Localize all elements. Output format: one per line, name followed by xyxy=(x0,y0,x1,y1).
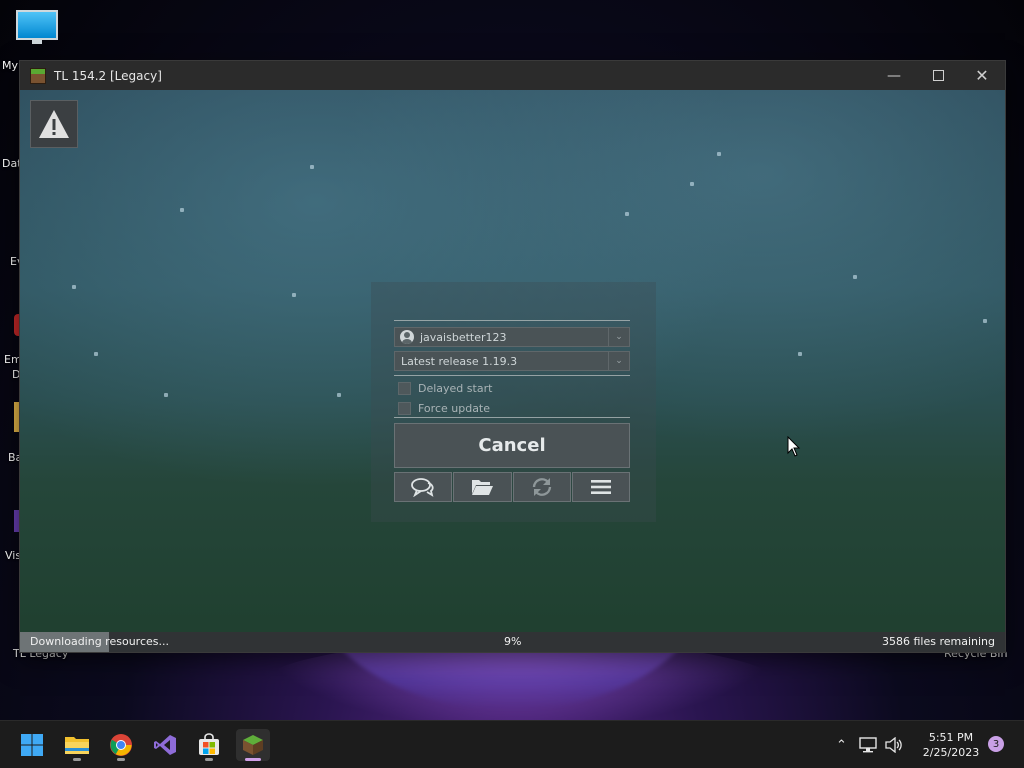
download-status-text: Downloading resources... xyxy=(30,635,169,648)
taskbar-microsoft-store[interactable] xyxy=(192,729,226,761)
grass-block-icon xyxy=(30,67,46,84)
mouse-cursor-icon xyxy=(787,436,801,457)
minimize-button[interactable]: — xyxy=(872,61,916,90)
background-star xyxy=(717,152,721,156)
minimize-icon: — xyxy=(887,67,901,84)
running-indicator xyxy=(205,758,213,761)
folder-icon xyxy=(472,480,494,495)
background-star xyxy=(798,352,802,356)
background-star xyxy=(983,319,987,323)
download-percent: 9% xyxy=(504,635,522,648)
refresh-button[interactable] xyxy=(512,472,571,502)
background-star xyxy=(180,208,184,212)
taskbar-clock[interactable]: 5:51 PM 2/25/2023 xyxy=(918,730,984,760)
open-folder-button[interactable] xyxy=(453,472,512,502)
taskbar-tl-legacy[interactable] xyxy=(236,729,270,761)
account-name: javaisbetter123 xyxy=(420,330,507,344)
monitor-icon xyxy=(16,10,58,40)
active-indicator xyxy=(245,758,261,761)
close-button[interactable]: ✕ xyxy=(960,61,1004,90)
refresh-icon xyxy=(532,478,551,496)
panel-divider xyxy=(394,375,630,376)
chat-icon xyxy=(411,478,434,497)
chevron-down-icon: ⌄ xyxy=(608,352,629,370)
taskbar-chrome[interactable] xyxy=(104,729,138,761)
taskbar: ⌃ 5:51 PM 2/25/2023 xyxy=(0,720,1024,768)
cancel-button[interactable]: Cancel xyxy=(394,423,630,468)
chevron-up-icon[interactable]: ⌃ xyxy=(836,738,847,753)
background-star xyxy=(337,393,341,397)
network-icon[interactable] xyxy=(859,737,877,753)
running-indicator xyxy=(117,758,125,761)
running-indicator xyxy=(73,758,81,761)
warning-icon xyxy=(39,110,69,138)
clock-date: 2/25/2023 xyxy=(922,746,980,759)
checkbox-box[interactable] xyxy=(398,402,411,415)
panel-divider xyxy=(394,417,630,418)
chrome-icon xyxy=(110,734,132,756)
warning-button[interactable] xyxy=(30,100,78,148)
background-star xyxy=(292,293,296,297)
taskbar-file-explorer[interactable] xyxy=(60,729,94,761)
delayed-start-checkbox[interactable]: Delayed start xyxy=(398,382,492,395)
menu-icon xyxy=(590,480,611,494)
background-star xyxy=(625,212,629,216)
desktop-wallpaper-glow-secondary xyxy=(260,640,780,730)
launcher-background: javaisbetter123 ⌄ Latest release 1.19.3 … xyxy=(20,90,1005,652)
background-star xyxy=(164,393,168,397)
start-button[interactable] xyxy=(15,729,49,761)
background-star xyxy=(690,182,694,186)
clock-time: 5:51 PM xyxy=(928,731,974,744)
delayed-start-label: Delayed start xyxy=(418,382,493,395)
notification-badge[interactable]: 3 xyxy=(988,736,1004,752)
tl-legacy-icon xyxy=(243,735,263,755)
window-title: TL 154.2 [Legacy] xyxy=(54,68,162,83)
background-star xyxy=(94,352,98,356)
account-select[interactable]: javaisbetter123 ⌄ xyxy=(394,327,630,347)
version-select[interactable]: Latest release 1.19.3 ⌄ xyxy=(394,351,630,371)
menu-button[interactable] xyxy=(571,472,630,502)
background-star xyxy=(310,165,314,169)
desktop-icon-my-computer[interactable] xyxy=(16,10,62,50)
panel-divider xyxy=(394,320,630,321)
user-icon xyxy=(400,330,414,344)
close-icon: ✕ xyxy=(975,66,989,85)
window-titlebar[interactable]: TL 154.2 [Legacy] — ✕ xyxy=(20,61,1005,90)
microsoft-store-icon xyxy=(199,733,219,755)
checkbox-box[interactable] xyxy=(398,382,411,395)
chevron-down-icon: ⌄ xyxy=(608,328,629,346)
system-tray: ⌃ xyxy=(836,721,903,768)
volume-icon[interactable] xyxy=(885,737,903,753)
force-update-label: Force update xyxy=(418,402,491,415)
background-star xyxy=(853,275,857,279)
maximize-button[interactable] xyxy=(916,61,960,90)
version-name: Latest release 1.19.3 xyxy=(401,354,518,368)
force-update-checkbox[interactable]: Force update xyxy=(398,402,490,415)
file-explorer-icon xyxy=(65,737,89,754)
taskbar-visual-studio[interactable] xyxy=(148,729,182,761)
background-star xyxy=(72,285,76,289)
visual-studio-icon xyxy=(154,735,176,755)
files-remaining: 3586 files remaining xyxy=(881,635,995,648)
launcher-toolbar xyxy=(394,472,630,502)
launch-panel: javaisbetter123 ⌄ Latest release 1.19.3 … xyxy=(371,282,656,522)
maximize-icon xyxy=(932,70,944,81)
download-status-bar: Downloading resources... 9% 3586 files r… xyxy=(20,632,1005,652)
chat-button[interactable] xyxy=(394,472,453,502)
launcher-window: TL 154.2 [Legacy] — ✕ javaisbetter123 ⌄ … xyxy=(20,61,1005,652)
windows-start-icon xyxy=(21,734,43,756)
